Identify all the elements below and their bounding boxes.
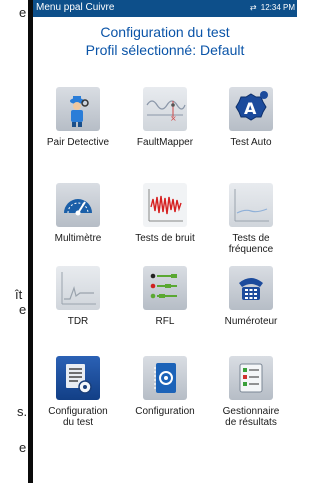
tile-configuration[interactable]: Configuration: [129, 356, 201, 417]
tile-configuration-du-test[interactable]: Configuration du test: [42, 356, 114, 428]
background-text-fragment: s.: [17, 404, 28, 419]
background-text-fragment: ît: [15, 287, 23, 302]
tile-label: Tests de fréquence: [228, 233, 274, 255]
tile-label: Numéroteur: [224, 316, 278, 327]
status-bar: Menu ppal Cuivre ⇄ 12:34 PM: [33, 0, 297, 17]
tile-label: RFL: [155, 316, 175, 327]
dialer-phone-icon: [229, 266, 273, 310]
frequency-test-icon: [229, 183, 273, 227]
tile-label: Tests de bruit: [135, 233, 195, 244]
tile-numeroteur[interactable]: Numéroteur: [215, 266, 287, 327]
tile-label: FaultMapper: [136, 137, 194, 148]
status-bar-title: Menu ppal Cuivre: [36, 2, 115, 13]
tile-label: Pair Detective: [46, 137, 110, 148]
tdr-icon: [56, 266, 100, 310]
tile-faultmapper[interactable]: × FaultMapper: [129, 87, 201, 148]
tile-label: Gestionnaire de résultats: [222, 406, 280, 428]
tile-label: Configuration: [135, 406, 195, 417]
configuration-icon: [143, 356, 187, 400]
page-title: Configuration du test: [100, 24, 230, 40]
tile-tdr[interactable]: TDR: [42, 266, 114, 327]
tile-tests-de-bruit[interactable]: Tests de bruit: [129, 183, 201, 244]
tile-tests-de-frequence[interactable]: Tests de fréquence: [215, 183, 287, 255]
tile-label: Test Auto: [230, 137, 272, 148]
transfer-arrows-icon: ⇄: [249, 3, 257, 12]
test-configuration-icon: [56, 356, 100, 400]
svg-text:×: ×: [170, 114, 177, 123]
status-bar-right: ⇄ 12:34 PM: [248, 3, 295, 12]
tile-pair-detective[interactable]: Pair Detective: [42, 87, 114, 148]
clock-text: 12:34 PM: [260, 3, 295, 12]
selected-profile-text: Profil sélectionné: Default: [85, 42, 245, 58]
tile-gestionnaire-de-resultats[interactable]: Gestionnaire de résultats: [215, 356, 287, 428]
tile-rfl[interactable]: RFL: [129, 266, 201, 327]
background-text-fragment: e: [19, 440, 27, 455]
device-screen: Menu ppal Cuivre ⇄ 12:34 PM Configuratio…: [33, 0, 297, 483]
tile-multimetre[interactable]: Multimètre: [42, 183, 114, 244]
results-manager-icon: [229, 356, 273, 400]
tile-label: Multimètre: [54, 233, 102, 244]
background-text-fragment: e: [19, 302, 27, 317]
noise-test-icon: [143, 183, 187, 227]
tile-test-auto[interactable]: A Test Auto: [215, 87, 287, 148]
multimeter-icon: [56, 183, 100, 227]
tile-label: Configuration du test: [48, 406, 108, 428]
svg-text:A: A: [244, 99, 257, 118]
faultmapper-icon: ×: [143, 87, 187, 131]
rfl-icon: [143, 266, 187, 310]
background-text-fragment: e: [19, 5, 27, 20]
tile-label: TDR: [67, 316, 89, 327]
auto-test-icon: A: [229, 87, 273, 131]
pair-detective-icon: [56, 87, 100, 131]
